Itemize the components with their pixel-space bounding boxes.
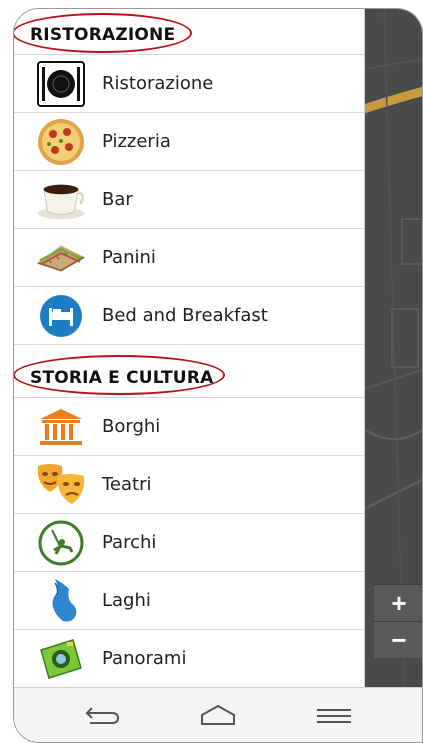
list-item-teatri[interactable]: Teatri <box>14 456 364 514</box>
list-item-bar[interactable]: Bar <box>14 171 364 229</box>
navigation-drawer: RISTORAZIONE Ristorazione Pizzeria Bar P… <box>14 9 365 689</box>
list-item-ristorazione[interactable]: Ristorazione <box>14 55 364 113</box>
menu-icon[interactable] <box>304 695 364 735</box>
pizza-icon <box>36 117 86 167</box>
list-item-label: Laghi <box>102 590 151 611</box>
lake-icon <box>36 576 86 626</box>
sandwich-icon <box>36 233 86 283</box>
phone-screen: + − RISTORAZIONE Ristorazione Pizzeria B… <box>13 8 423 743</box>
temple-icon <box>36 402 86 452</box>
zoom-out-button[interactable]: − <box>374 621 422 658</box>
theater-masks-icon <box>36 460 86 510</box>
camera-icon <box>36 634 86 684</box>
section-header-storia-e-cultura: STORIA E CULTURA <box>14 345 364 398</box>
bed-icon <box>36 291 86 341</box>
list-item-label: Bed and Breakfast <box>102 305 268 326</box>
list-item-panorami[interactable]: Panorami <box>14 630 364 688</box>
list-item-parchi[interactable]: Parchi <box>14 514 364 572</box>
list-item-label: Teatri <box>102 474 152 495</box>
list-item-pizzeria[interactable]: Pizzeria <box>14 113 364 171</box>
coffee-cup-icon <box>36 175 86 225</box>
list-item-label: Panini <box>102 247 156 268</box>
list-item-panini[interactable]: Panini <box>14 229 364 287</box>
list-item-label: Parchi <box>102 532 157 553</box>
system-navigation-bar <box>14 687 422 742</box>
list-item-label: Pizzeria <box>102 131 171 152</box>
list-item-label: Bar <box>102 189 133 210</box>
swing-park-icon <box>36 518 86 568</box>
list-item-label: Panorami <box>102 648 187 669</box>
list-item-label: Ristorazione <box>102 73 214 94</box>
back-icon[interactable] <box>72 695 132 735</box>
list-item-borghi[interactable]: Borghi <box>14 398 364 456</box>
highlight-ellipse <box>14 355 225 395</box>
list-item-label: Borghi <box>102 416 161 437</box>
plate-cutlery-icon <box>36 59 86 109</box>
list-item-bed-and-breakfast[interactable]: Bed and Breakfast <box>14 287 364 345</box>
zoom-in-button[interactable]: + <box>374 584 422 621</box>
section-header-ristorazione: RISTORAZIONE <box>14 9 364 55</box>
list-item-laghi[interactable]: Laghi <box>14 572 364 630</box>
home-icon[interactable] <box>188 695 248 735</box>
highlight-ellipse <box>14 13 192 53</box>
